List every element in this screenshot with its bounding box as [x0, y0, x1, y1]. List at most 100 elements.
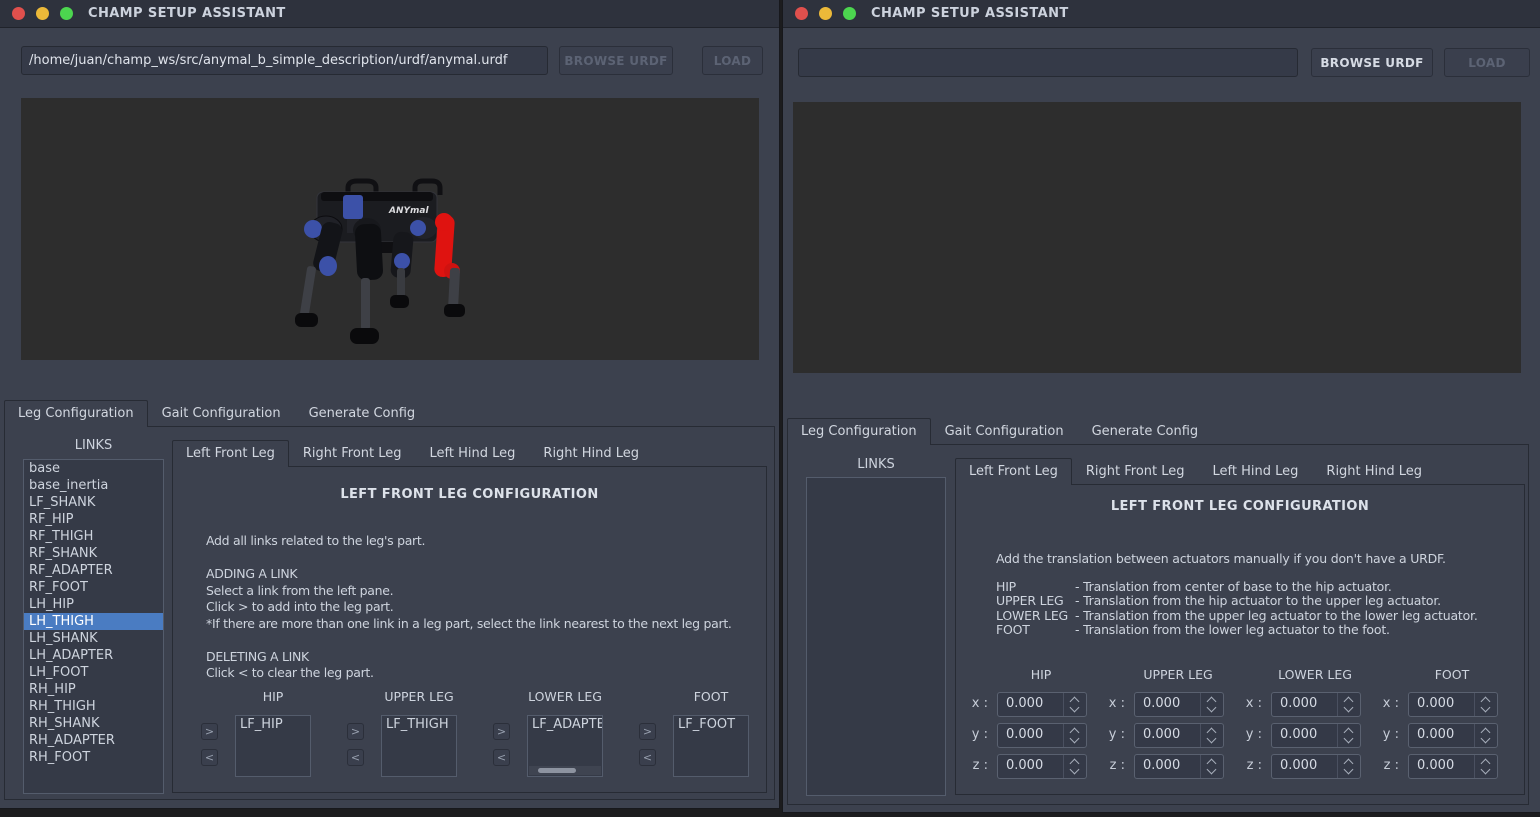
- links-list-item[interactable]: RH_ADAPTER: [24, 732, 163, 749]
- browse-urdf-button[interactable]: BROWSE URDF: [559, 46, 673, 75]
- urdf-path-input[interactable]: [21, 46, 548, 75]
- tab-right-front-leg[interactable]: Right Front Leg: [289, 440, 416, 467]
- scrollbar-thumb[interactable]: [538, 768, 576, 773]
- remove-link-button[interactable]: <: [201, 749, 218, 766]
- spin-down-icon[interactable]: [1344, 703, 1354, 713]
- links-list-item[interactable]: base: [24, 460, 163, 477]
- spinner-buttons[interactable]: [1474, 724, 1497, 747]
- spin-down-icon[interactable]: [1481, 734, 1491, 744]
- close-button[interactable]: [12, 7, 25, 20]
- remove-link-button[interactable]: <: [493, 749, 510, 766]
- spin-down-icon[interactable]: [1344, 734, 1354, 744]
- load-button[interactable]: LOAD: [1444, 48, 1530, 77]
- add-link-button[interactable]: >: [347, 723, 364, 740]
- tab-left-hind-leg[interactable]: Left Hind Leg: [1199, 458, 1313, 485]
- spinbox-lower-leg-x[interactable]: 0.000: [1271, 692, 1361, 717]
- spinbox-hip-y[interactable]: 0.000: [997, 723, 1087, 748]
- maximize-button[interactable]: [843, 7, 856, 20]
- add-link-button[interactable]: >: [201, 723, 218, 740]
- minimize-button[interactable]: [819, 7, 832, 20]
- links-list-empty[interactable]: [806, 477, 946, 796]
- leg-part-listbox[interactable]: LF_THIGH: [381, 715, 457, 777]
- tab-right-hind-leg[interactable]: Right Hind Leg: [529, 440, 653, 467]
- tab-left-front-leg[interactable]: Left Front Leg: [955, 458, 1072, 485]
- spin-down-icon[interactable]: [1070, 734, 1080, 744]
- spinbox-foot-x[interactable]: 0.000: [1408, 692, 1498, 717]
- spinner-buttons[interactable]: [1063, 755, 1086, 778]
- tab-left-hind-leg[interactable]: Left Hind Leg: [416, 440, 530, 467]
- links-list-item[interactable]: RF_HIP: [24, 511, 163, 528]
- links-list-item[interactable]: LH_SHANK: [24, 630, 163, 647]
- horizontal-scrollbar[interactable]: [529, 766, 601, 775]
- leg-part-link[interactable]: LF_THIGH: [382, 716, 456, 733]
- leg-part-listbox[interactable]: LF_ADAPTER: [527, 715, 603, 777]
- titlebar[interactable]: CHAMP SETUP ASSISTANT: [783, 0, 1540, 28]
- minimize-button[interactable]: [36, 7, 49, 20]
- spin-down-icon[interactable]: [1344, 765, 1354, 775]
- robot-viewport-empty[interactable]: [793, 102, 1521, 373]
- spinbox-foot-z[interactable]: 0.000: [1408, 754, 1498, 779]
- add-link-button[interactable]: >: [639, 723, 656, 740]
- spinner-buttons[interactable]: [1200, 693, 1223, 716]
- spin-down-icon[interactable]: [1481, 765, 1491, 775]
- tab-leg-configuration[interactable]: Leg Configuration: [787, 418, 931, 445]
- spinner-buttons[interactable]: [1474, 755, 1497, 778]
- spinbox-foot-y[interactable]: 0.000: [1408, 723, 1498, 748]
- spinbox-lower-leg-z[interactable]: 0.000: [1271, 754, 1361, 779]
- tab-right-front-leg[interactable]: Right Front Leg: [1072, 458, 1199, 485]
- titlebar[interactable]: CHAMP SETUP ASSISTANT: [0, 0, 779, 28]
- links-list-item[interactable]: RF_ADAPTER: [24, 562, 163, 579]
- links-list-item[interactable]: LH_ADAPTER: [24, 647, 163, 664]
- spinbox-upper-leg-z[interactable]: 0.000: [1134, 754, 1224, 779]
- spinner-buttons[interactable]: [1063, 724, 1086, 747]
- tab-gait-configuration[interactable]: Gait Configuration: [148, 400, 295, 427]
- spin-down-icon[interactable]: [1207, 703, 1217, 713]
- links-list-item[interactable]: LH_HIP: [24, 596, 163, 613]
- remove-link-button[interactable]: <: [639, 749, 656, 766]
- leg-part-listbox[interactable]: LF_HIP: [235, 715, 311, 777]
- add-link-button[interactable]: >: [493, 723, 510, 740]
- tab-generate-config[interactable]: Generate Config: [295, 400, 430, 427]
- spinner-buttons[interactable]: [1200, 724, 1223, 747]
- links-list-item[interactable]: RH_FOOT: [24, 749, 163, 766]
- leg-part-link[interactable]: LF_ADAPTER: [528, 716, 602, 733]
- spin-down-icon[interactable]: [1481, 703, 1491, 713]
- links-list-item[interactable]: RF_SHANK: [24, 545, 163, 562]
- spinner-buttons[interactable]: [1337, 755, 1360, 778]
- tab-generate-config[interactable]: Generate Config: [1078, 418, 1213, 445]
- links-list-item[interactable]: RH_SHANK: [24, 715, 163, 732]
- spinner-buttons[interactable]: [1474, 693, 1497, 716]
- tab-gait-configuration[interactable]: Gait Configuration: [931, 418, 1078, 445]
- leg-part-listbox[interactable]: LF_FOOT: [673, 715, 749, 777]
- leg-part-link[interactable]: LF_FOOT: [674, 716, 748, 733]
- links-list-item[interactable]: RF_FOOT: [24, 579, 163, 596]
- links-list-item[interactable]: RH_HIP: [24, 681, 163, 698]
- spinbox-lower-leg-y[interactable]: 0.000: [1271, 723, 1361, 748]
- spinner-buttons[interactable]: [1337, 724, 1360, 747]
- links-list-item[interactable]: LH_FOOT: [24, 664, 163, 681]
- spin-down-icon[interactable]: [1207, 734, 1217, 744]
- links-list-item-selected[interactable]: LH_THIGH: [24, 613, 163, 630]
- tab-left-front-leg[interactable]: Left Front Leg: [172, 440, 289, 467]
- tab-right-hind-leg[interactable]: Right Hind Leg: [1312, 458, 1436, 485]
- spin-down-icon[interactable]: [1070, 703, 1080, 713]
- links-list[interactable]: base base_inertia LF_SHANK RF_HIP RF_THI…: [23, 459, 164, 794]
- spinner-buttons[interactable]: [1200, 755, 1223, 778]
- load-button[interactable]: LOAD: [702, 46, 763, 75]
- spin-down-icon[interactable]: [1070, 765, 1080, 775]
- links-list-item[interactable]: LF_SHANK: [24, 494, 163, 511]
- spinner-buttons[interactable]: [1063, 693, 1086, 716]
- links-list-item[interactable]: RH_THIGH: [24, 698, 163, 715]
- spinbox-hip-x[interactable]: 0.000: [997, 692, 1087, 717]
- spinbox-hip-z[interactable]: 0.000: [997, 754, 1087, 779]
- close-button[interactable]: [795, 7, 808, 20]
- links-list-item[interactable]: base_inertia: [24, 477, 163, 494]
- spinbox-upper-leg-x[interactable]: 0.000: [1134, 692, 1224, 717]
- spinner-buttons[interactable]: [1337, 693, 1360, 716]
- links-list-item[interactable]: RF_THIGH: [24, 528, 163, 545]
- maximize-button[interactable]: [60, 7, 73, 20]
- leg-part-link[interactable]: LF_HIP: [236, 716, 310, 733]
- urdf-path-input[interactable]: [798, 48, 1298, 77]
- remove-link-button[interactable]: <: [347, 749, 364, 766]
- robot-viewport[interactable]: ANYmal: [21, 98, 759, 360]
